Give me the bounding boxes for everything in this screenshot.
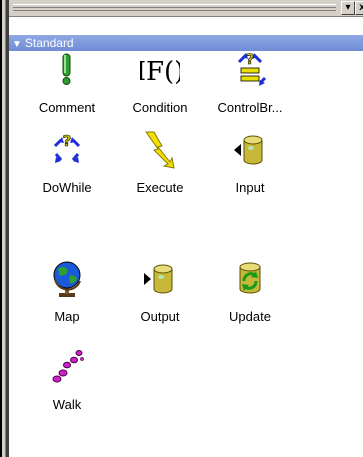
- tool-label: DoWhile: [42, 180, 92, 195]
- tool-condition[interactable]: IF() Condition: [110, 50, 210, 130]
- tool-input[interactable]: Input: [200, 130, 300, 210]
- tool-walk[interactable]: Walk: [17, 347, 117, 427]
- tool-label: Update: [229, 309, 271, 324]
- tool-label: Comment: [38, 100, 96, 115]
- exclamation-icon: [62, 53, 71, 85]
- database-input-icon: [234, 135, 263, 165]
- window-left-edge: [0, 0, 9, 457]
- lightning-icon: [145, 131, 175, 169]
- tool-comment[interactable]: Comment: [17, 50, 117, 130]
- tool-label: Execute: [136, 180, 184, 195]
- close-icon: x: [359, 2, 363, 13]
- tool-label: Input: [235, 180, 265, 195]
- tool-output[interactable]: Output: [110, 259, 210, 339]
- toolbox-grip-bar[interactable]: ▾ x: [9, 0, 363, 17]
- tool-label: Walk: [52, 397, 82, 412]
- tool-controlbreak[interactable]: ? ControlBr...: [200, 50, 300, 130]
- tool-map[interactable]: Map: [17, 259, 117, 339]
- collapse-triangle-icon: ▼: [12, 39, 22, 50]
- close-button[interactable]: x: [355, 1, 363, 15]
- tool-label: Output: [140, 309, 180, 324]
- toolbox-panel: ▼Standard Comment IF() Condition ? Cont: [9, 17, 363, 457]
- database-output-icon: [144, 264, 173, 294]
- tool-execute[interactable]: Execute: [110, 130, 210, 210]
- loop-arrows-icon: ?: [53, 132, 81, 163]
- tool-label: Condition: [132, 100, 188, 115]
- svg-text:?: ?: [246, 52, 254, 68]
- globe-icon: [53, 261, 81, 297]
- svg-text:IF(): IF(): [140, 57, 180, 87]
- svg-text:?: ?: [63, 132, 72, 150]
- section-title: Standard: [24, 36, 74, 50]
- control-break-icon: ?: [237, 52, 267, 86]
- dropdown-button[interactable]: ▾: [341, 1, 355, 15]
- tool-update[interactable]: Update: [200, 259, 300, 339]
- tool-label: Map: [54, 309, 80, 324]
- chevron-down-icon: ▾: [345, 2, 351, 13]
- database-update-icon: [239, 262, 261, 294]
- if-condition-icon: IF(): [140, 57, 180, 87]
- tool-dowhile[interactable]: ? DoWhile: [17, 130, 117, 210]
- footprints-icon: [52, 350, 84, 383]
- tool-label: ControlBr...: [217, 100, 283, 115]
- section-header-standard[interactable]: ▼ Standard: [9, 35, 363, 51]
- grip-lines[interactable]: [13, 4, 336, 11]
